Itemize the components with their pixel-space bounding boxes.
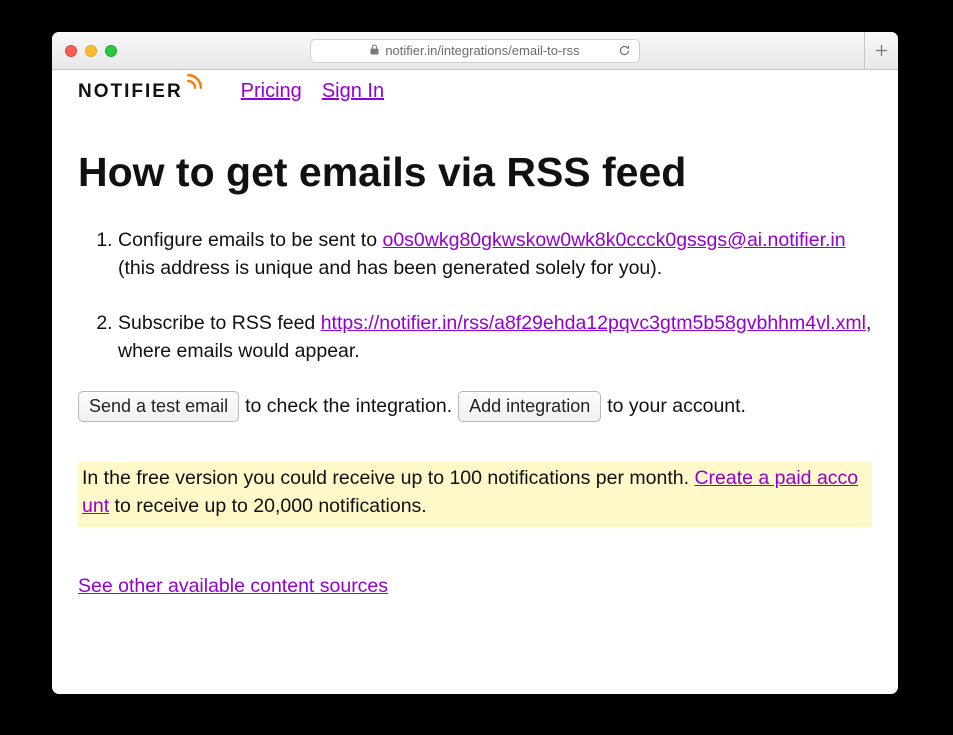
maximize-window-button[interactable] <box>105 45 117 57</box>
nav-pricing[interactable]: Pricing <box>241 80 302 103</box>
step-1-suffix: (this address is unique and has been gen… <box>118 257 662 279</box>
page-title: How to get emails via RSS feed <box>78 149 872 196</box>
url-text: notifier.in/integrations/email-to-rss <box>385 43 579 58</box>
add-integration-button[interactable]: Add integration <box>458 391 601 422</box>
send-test-after-text: to check the integration. <box>245 395 452 418</box>
free-tier-notice: In the free version you could receive up… <box>78 462 872 527</box>
addressbar-container: notifier.in/integrations/email-to-rss <box>310 39 640 63</box>
logo[interactable]: NOTIFIER <box>78 81 203 103</box>
addressbar[interactable]: notifier.in/integrations/email-to-rss <box>310 39 640 63</box>
new-tab-button[interactable] <box>864 32 898 69</box>
action-row: Send a test email to check the integrati… <box>78 391 872 422</box>
minimize-window-button[interactable] <box>85 45 97 57</box>
step-2: Subscribe to RSS feed https://notifier.i… <box>118 309 872 366</box>
steps-list: Configure emails to be sent to o0s0wkg80… <box>78 226 872 365</box>
site-header: NOTIFIER Pricing Sign In <box>78 80 872 103</box>
step-1-prefix: Configure emails to be sent to <box>118 229 382 251</box>
generated-email-link[interactable]: o0s0wkg80gkwskow0wk8k0ccck0gssgs@ai.noti… <box>382 229 845 251</box>
page-content: NOTIFIER Pricing Sign In How to get emai… <box>52 70 898 694</box>
nav-sign-in[interactable]: Sign In <box>322 80 384 103</box>
lock-icon <box>370 43 379 58</box>
rss-icon <box>185 71 205 97</box>
send-test-email-button[interactable]: Send a test email <box>78 391 239 422</box>
top-nav: Pricing Sign In <box>241 80 384 103</box>
step-2-prefix: Subscribe to RSS feed <box>118 312 321 334</box>
rss-feed-link[interactable]: https://notifier.in/rss/a8f29ehda12pqvc3… <box>321 312 866 334</box>
add-integration-after-text: to your account. <box>607 395 746 418</box>
reload-icon[interactable] <box>618 44 631 57</box>
close-window-button[interactable] <box>65 45 77 57</box>
step-1: Configure emails to be sent to o0s0wkg80… <box>118 226 872 283</box>
traffic-lights <box>65 45 117 57</box>
footer-row: See other available content sources <box>78 575 872 598</box>
notice-after-text: to receive up to 20,000 notifications. <box>109 495 427 517</box>
browser-window: notifier.in/integrations/email-to-rss NO… <box>52 32 898 694</box>
titlebar: notifier.in/integrations/email-to-rss <box>52 32 898 70</box>
other-sources-link[interactable]: See other available content sources <box>78 575 388 597</box>
notice-before-text: In the free version you could receive up… <box>82 467 694 489</box>
logo-text: NOTIFIER <box>78 81 183 103</box>
